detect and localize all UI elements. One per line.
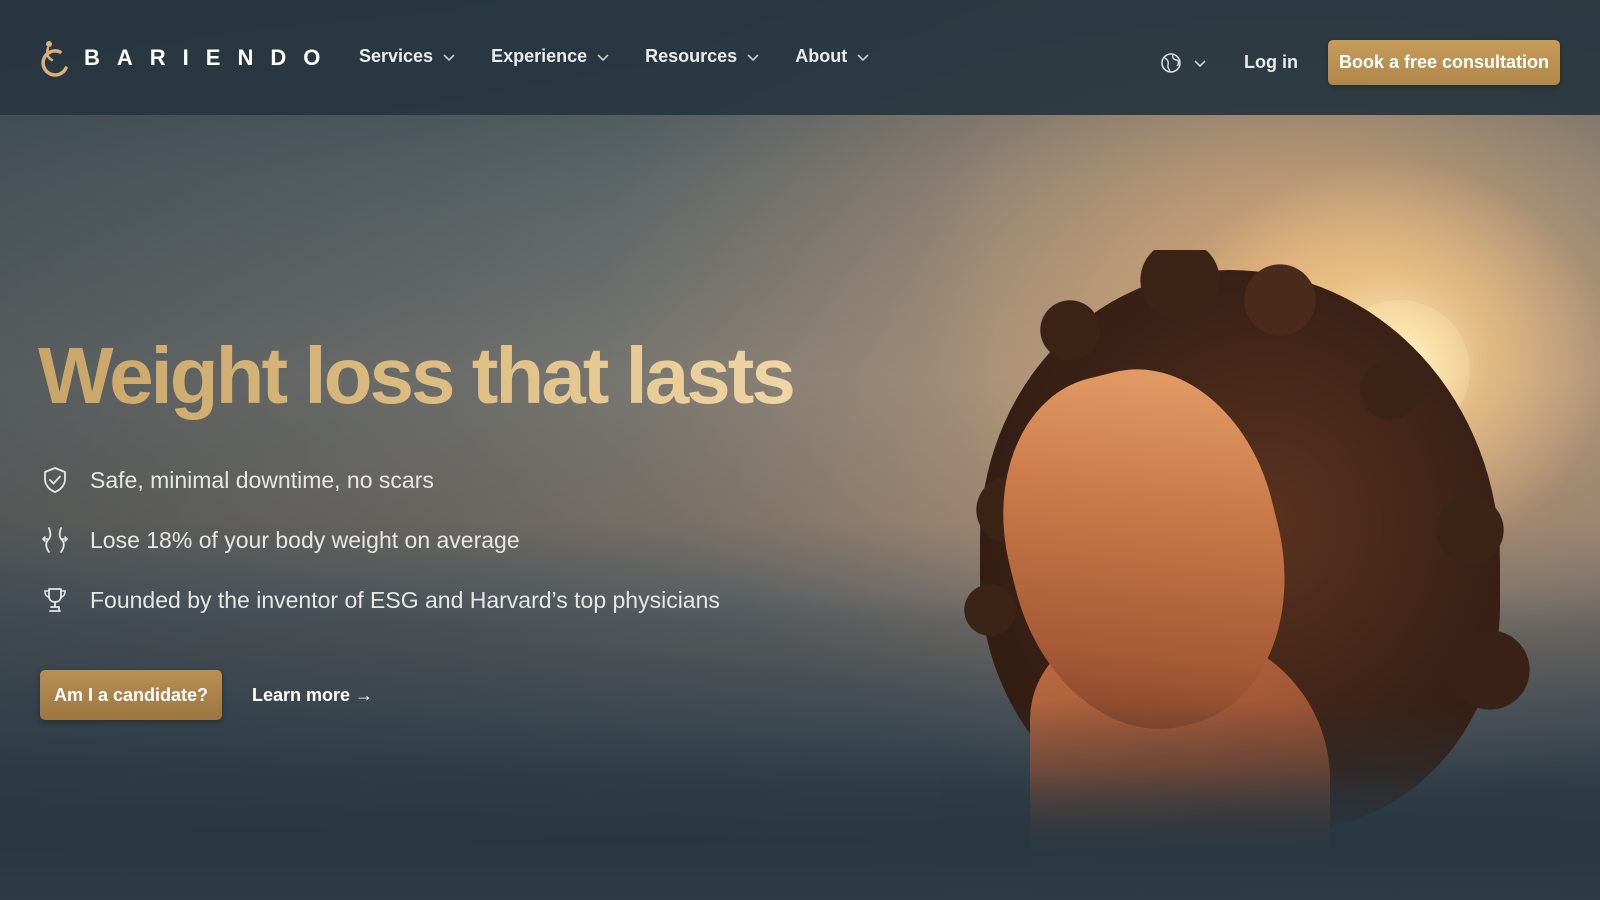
brand-logo[interactable]: BARIENDO bbox=[40, 38, 337, 78]
shield-check-icon bbox=[44, 467, 66, 493]
list-item: Safe, minimal downtime, no scars bbox=[40, 462, 720, 498]
login-link[interactable]: Log in bbox=[1244, 52, 1298, 73]
nav-item-label: Experience bbox=[491, 46, 588, 66]
chevron-down-icon bbox=[1194, 59, 1206, 67]
nav-item-label: About bbox=[795, 46, 848, 66]
globe-icon bbox=[1161, 52, 1181, 73]
chevron-down-icon bbox=[443, 53, 455, 61]
nav-item-resources[interactable]: Resources bbox=[645, 46, 759, 67]
body-waist-icon bbox=[42, 527, 68, 553]
chevron-down-icon bbox=[597, 53, 609, 61]
book-consultation-button[interactable]: Book a free consultation bbox=[1328, 40, 1560, 85]
nav-item-services[interactable]: Services bbox=[359, 46, 455, 67]
am-i-a-candidate-button[interactable]: Am I a candidate? bbox=[40, 670, 222, 720]
main-nav: Services Experience Resources About bbox=[359, 46, 905, 67]
list-item: Founded by the inventor of ESG and Harva… bbox=[40, 582, 720, 618]
header-actions: Log in Book a free consultation bbox=[1160, 40, 1560, 85]
hero-headline: Weight loss that lasts bbox=[38, 331, 796, 420]
feature-text: Lose 18% of your body weight on average bbox=[90, 526, 520, 553]
chevron-down-icon bbox=[747, 53, 759, 61]
nav-item-label: Services bbox=[359, 46, 434, 66]
brand-logo-mark-icon bbox=[41, 41, 68, 77]
list-item: Lose 18% of your body weight on average bbox=[40, 522, 720, 558]
nav-item-about[interactable]: About bbox=[795, 46, 869, 67]
site-header: BARIENDO Services Experience Resources A… bbox=[0, 0, 1600, 115]
chevron-down-icon bbox=[857, 53, 869, 61]
learn-more-link[interactable]: Learn more → bbox=[252, 685, 373, 706]
nav-item-label: Resources bbox=[645, 46, 738, 66]
bottom-overlay bbox=[0, 700, 1600, 900]
hero-cta-row: Am I a candidate? Learn more → bbox=[40, 670, 373, 720]
nav-item-experience[interactable]: Experience bbox=[491, 46, 609, 67]
trophy-icon bbox=[44, 588, 66, 612]
feature-text: Safe, minimal downtime, no scars bbox=[90, 466, 434, 493]
brand-name: BARIENDO bbox=[84, 45, 338, 70]
hero-background-image bbox=[0, 0, 1600, 900]
feature-text: Founded by the inventor of ESG and Harva… bbox=[90, 586, 720, 613]
language-selector[interactable] bbox=[1160, 52, 1206, 74]
feature-list: Safe, minimal downtime, no scars Lose 18… bbox=[40, 462, 720, 642]
